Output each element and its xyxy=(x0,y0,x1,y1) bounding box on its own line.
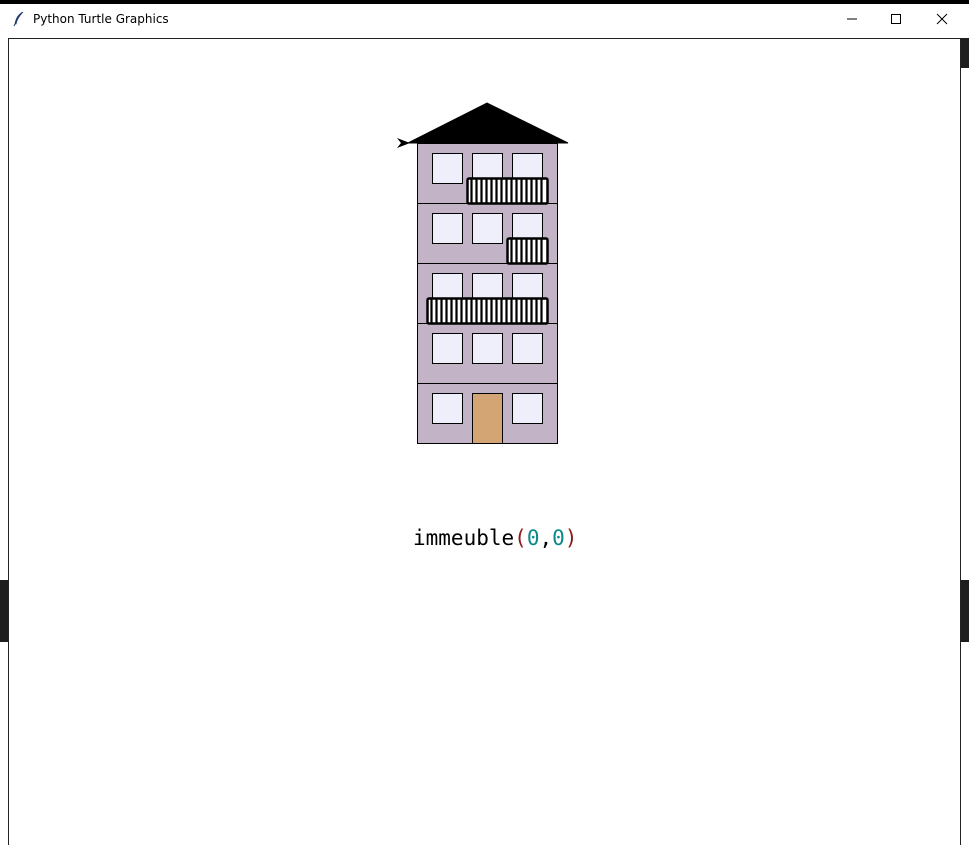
caption-arg2: 0 xyxy=(552,526,565,550)
caption-function: immeuble xyxy=(413,526,515,550)
door xyxy=(472,393,503,444)
caption-arg1: 0 xyxy=(526,526,540,550)
window xyxy=(472,333,503,364)
caption-comma: , xyxy=(539,526,553,550)
window xyxy=(432,213,463,244)
caption-open-paren: ( xyxy=(514,526,527,550)
caption-close-paren: ) xyxy=(564,526,578,550)
window xyxy=(432,333,463,364)
window xyxy=(432,393,463,424)
turtle-window: Python Turtle Graphics immeuble(0,0) xyxy=(0,0,969,845)
turtle-cursor-icon xyxy=(397,138,410,148)
roof xyxy=(407,102,569,144)
window xyxy=(432,153,463,184)
window xyxy=(512,393,543,424)
window xyxy=(472,213,503,244)
window xyxy=(512,333,543,364)
building-drawing xyxy=(397,102,569,444)
code-caption: immeuble(0,0) xyxy=(413,526,577,550)
